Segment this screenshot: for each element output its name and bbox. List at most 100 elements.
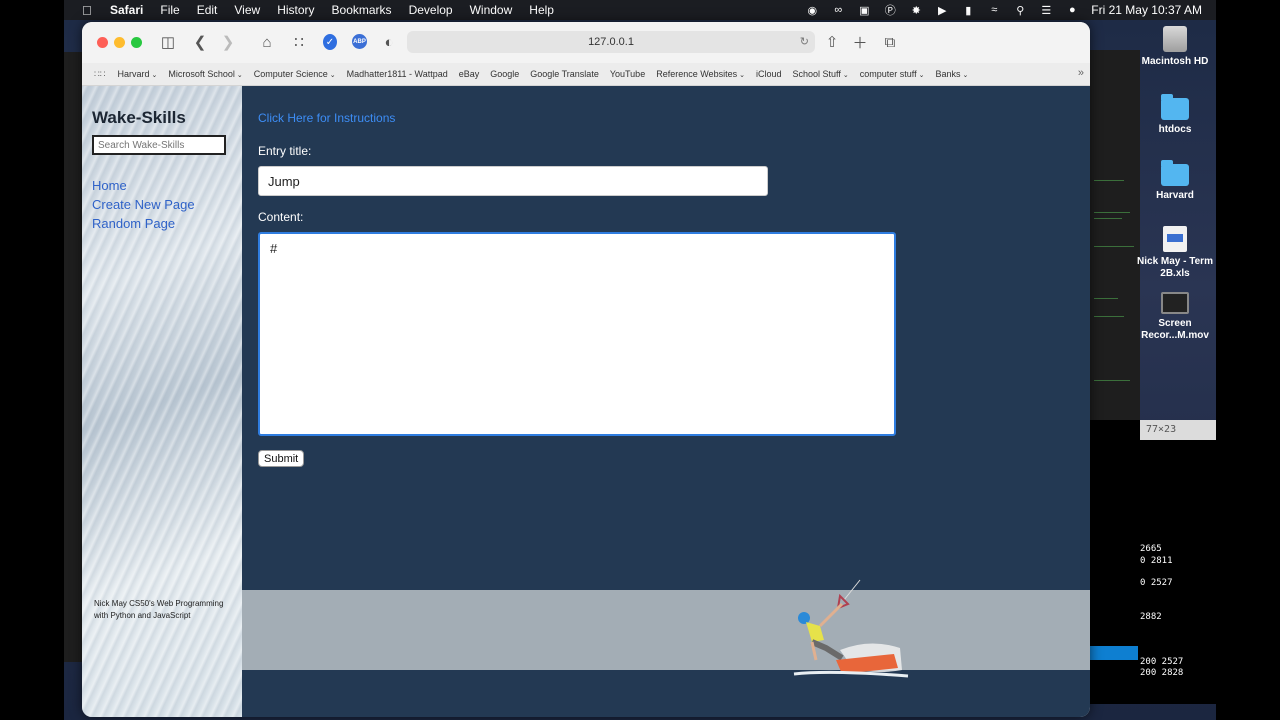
search-input[interactable]	[92, 135, 226, 155]
desktop-icon-label: Macintosh HD	[1141, 56, 1209, 67]
menu-bookmarks[interactable]: Bookmarks	[332, 3, 392, 17]
desktop-icon-label: Screen Recor...M.mov	[1141, 318, 1209, 341]
play-icon[interactable]: ▶	[935, 4, 949, 17]
back-icon[interactable]: ❮	[191, 33, 209, 51]
w-app-icon[interactable]: Ⓟ	[883, 4, 897, 17]
web-page: Wake-Skills Home Create New Page Random …	[82, 86, 1090, 717]
main-content: Click Here for Instructions Entry title:…	[242, 86, 1090, 717]
chevron-down-icon: ⌄	[842, 72, 849, 79]
chevron-down-icon: ⌄	[151, 72, 158, 79]
privacy-shield-icon[interactable]: ◐	[380, 33, 398, 51]
menu-develop[interactable]: Develop	[409, 3, 453, 17]
terminal-line: 0 2527	[1140, 578, 1173, 588]
menu-clock[interactable]: Fri 21 May 10:37 AM	[1091, 3, 1202, 17]
reload-icon[interactable]: ↻	[800, 31, 809, 53]
letterbox-right	[1216, 0, 1280, 720]
chevron-down-icon: ⌄	[236, 72, 243, 79]
nav-home-link[interactable]: Home	[92, 176, 195, 195]
new-tab-icon[interactable]: ＋	[851, 33, 869, 52]
bookmark-item[interactable]: Google	[490, 69, 519, 79]
menu-history[interactable]: History	[277, 3, 314, 17]
siri-icon[interactable]: ●	[1065, 4, 1079, 16]
record-icon[interactable]: ◉	[805, 4, 819, 17]
bookmarks-grid-icon[interactable]: ∷∷	[94, 69, 105, 80]
menu-file[interactable]: File	[160, 3, 179, 17]
sidebar-footer-credit: Nick May CS50's Web Programming with Pyt…	[94, 599, 224, 620]
bookmark-item[interactable]: iCloud	[756, 69, 782, 79]
apps-grid-icon[interactable]: ∷	[290, 33, 308, 51]
terminal-line: 2882	[1140, 612, 1162, 622]
menu-bar:  Safari File Edit View History Bookmark…	[64, 0, 1216, 20]
bookmark-item[interactable]: Google Translate	[530, 69, 599, 79]
menu-help[interactable]: Help	[529, 3, 554, 17]
menu-view[interactable]: View	[234, 3, 260, 17]
desktop-icon-label: Nick May - Term 2B.xls	[1137, 256, 1213, 279]
desktop-icon-macintosh-hd[interactable]: Macintosh HD	[1135, 26, 1215, 68]
brightness-icon[interactable]: ✸	[909, 4, 923, 17]
bookmark-item[interactable]: computer stuff ⌄	[860, 69, 925, 79]
close-window-button[interactable]	[97, 37, 108, 48]
desktop-icon-screen-recording[interactable]: Screen Recor...M.mov	[1135, 292, 1215, 342]
menu-edit[interactable]: Edit	[197, 3, 218, 17]
spotlight-search-icon[interactable]: ⚲	[1013, 4, 1027, 17]
minimize-window-button[interactable]	[114, 37, 125, 48]
zoom-window-button[interactable]	[131, 37, 142, 48]
chevron-down-icon: ⌄	[739, 72, 745, 79]
desktop-icon-htdocs[interactable]: htdocs	[1135, 94, 1215, 136]
adblock-plus-icon[interactable]: ABP	[352, 34, 367, 49]
browser-toolbar: ◫ ❮ ❯ ⌂ ∷ ✓ ABP ◐ 127.0.0.1 ↻ ⇧ ＋ ⧉	[82, 22, 1090, 63]
share-icon[interactable]: ⇧	[823, 33, 841, 51]
desktop-icon-label: htdocs	[1158, 124, 1192, 135]
address-text: 127.0.0.1	[588, 36, 634, 48]
display-icon[interactable]: ▣	[857, 4, 871, 17]
content-label: Content:	[258, 210, 304, 224]
bookmark-item[interactable]: Madhatter1811 - Wattpad	[347, 69, 448, 79]
submit-button[interactable]: Submit	[258, 450, 305, 467]
sidebar-toggle-icon[interactable]: ◫	[159, 33, 177, 51]
bookmark-item[interactable]: Banks ⌄	[935, 69, 968, 79]
chevron-down-icon: ⌄	[918, 72, 925, 79]
bookmark-item[interactable]: Harvard ⌄	[117, 69, 157, 79]
bookmark-item[interactable]: Computer Science ⌄	[254, 69, 336, 79]
chevron-down-icon: ⌄	[329, 72, 336, 79]
control-center-icon[interactable]: ☰	[1039, 4, 1053, 17]
apple-menu-icon[interactable]: 	[82, 3, 96, 18]
drive-icon	[1163, 26, 1187, 52]
content-textarea[interactable]: #	[258, 232, 896, 436]
bookmark-item[interactable]: School Stuff ⌄	[792, 69, 848, 79]
terminal-line: 200 2527	[1140, 657, 1184, 667]
address-bar[interactable]: 127.0.0.1 ↻	[407, 31, 815, 53]
movie-file-icon	[1161, 292, 1189, 314]
bookmark-item[interactable]: Microsoft School ⌄	[168, 69, 242, 79]
menu-app-name[interactable]: Safari	[110, 3, 143, 17]
terminal-window: 77×23 2665 0 2811 0 2527 2882 200 2527 2…	[1090, 420, 1216, 704]
nav-create-new-page-link[interactable]: Create New Page	[92, 195, 195, 214]
terminal-size: 77×23	[1140, 420, 1216, 440]
bookmark-item[interactable]: eBay	[459, 69, 480, 79]
spreadsheet-file-icon	[1163, 226, 1187, 252]
forward-icon[interactable]: ❯	[219, 33, 237, 51]
folder-icon	[1161, 160, 1189, 186]
bookmarks-overflow-icon[interactable]: »	[1078, 67, 1084, 79]
bookmarks-bar: ∷∷ Harvard ⌄ Microsoft School ⌄ Computer S…	[82, 63, 1090, 86]
terminal-line: 200 2828	[1140, 668, 1184, 678]
desktop-icon-harvard[interactable]: Harvard	[1135, 160, 1215, 202]
home-icon[interactable]: ⌂	[258, 33, 276, 51]
nav-random-page-link[interactable]: Random Page	[92, 214, 195, 233]
bookmark-item[interactable]: YouTube	[610, 69, 645, 79]
site-nav: Home Create New Page Random Page	[92, 176, 195, 233]
terminal-status-bar	[1090, 646, 1138, 660]
menu-window[interactable]: Window	[470, 3, 513, 17]
footer-banner	[242, 590, 1090, 670]
battery-icon[interactable]: ▮	[961, 4, 975, 17]
extension-shield-icon[interactable]: ✓	[323, 34, 337, 50]
letterbox-left	[0, 0, 64, 720]
bookmark-item[interactable]: Reference Websites ⌄	[656, 69, 745, 79]
creative-cloud-icon[interactable]: ∞	[831, 4, 845, 16]
desktop-icon-xls[interactable]: Nick May - Term 2B.xls	[1135, 226, 1215, 280]
wifi-icon[interactable]: ≈	[987, 4, 1001, 16]
entry-title-input[interactable]	[258, 166, 768, 196]
tab-overview-icon[interactable]: ⧉	[881, 33, 899, 51]
instructions-link[interactable]: Click Here for Instructions	[258, 111, 395, 125]
site-title: Wake-Skills	[92, 108, 186, 127]
